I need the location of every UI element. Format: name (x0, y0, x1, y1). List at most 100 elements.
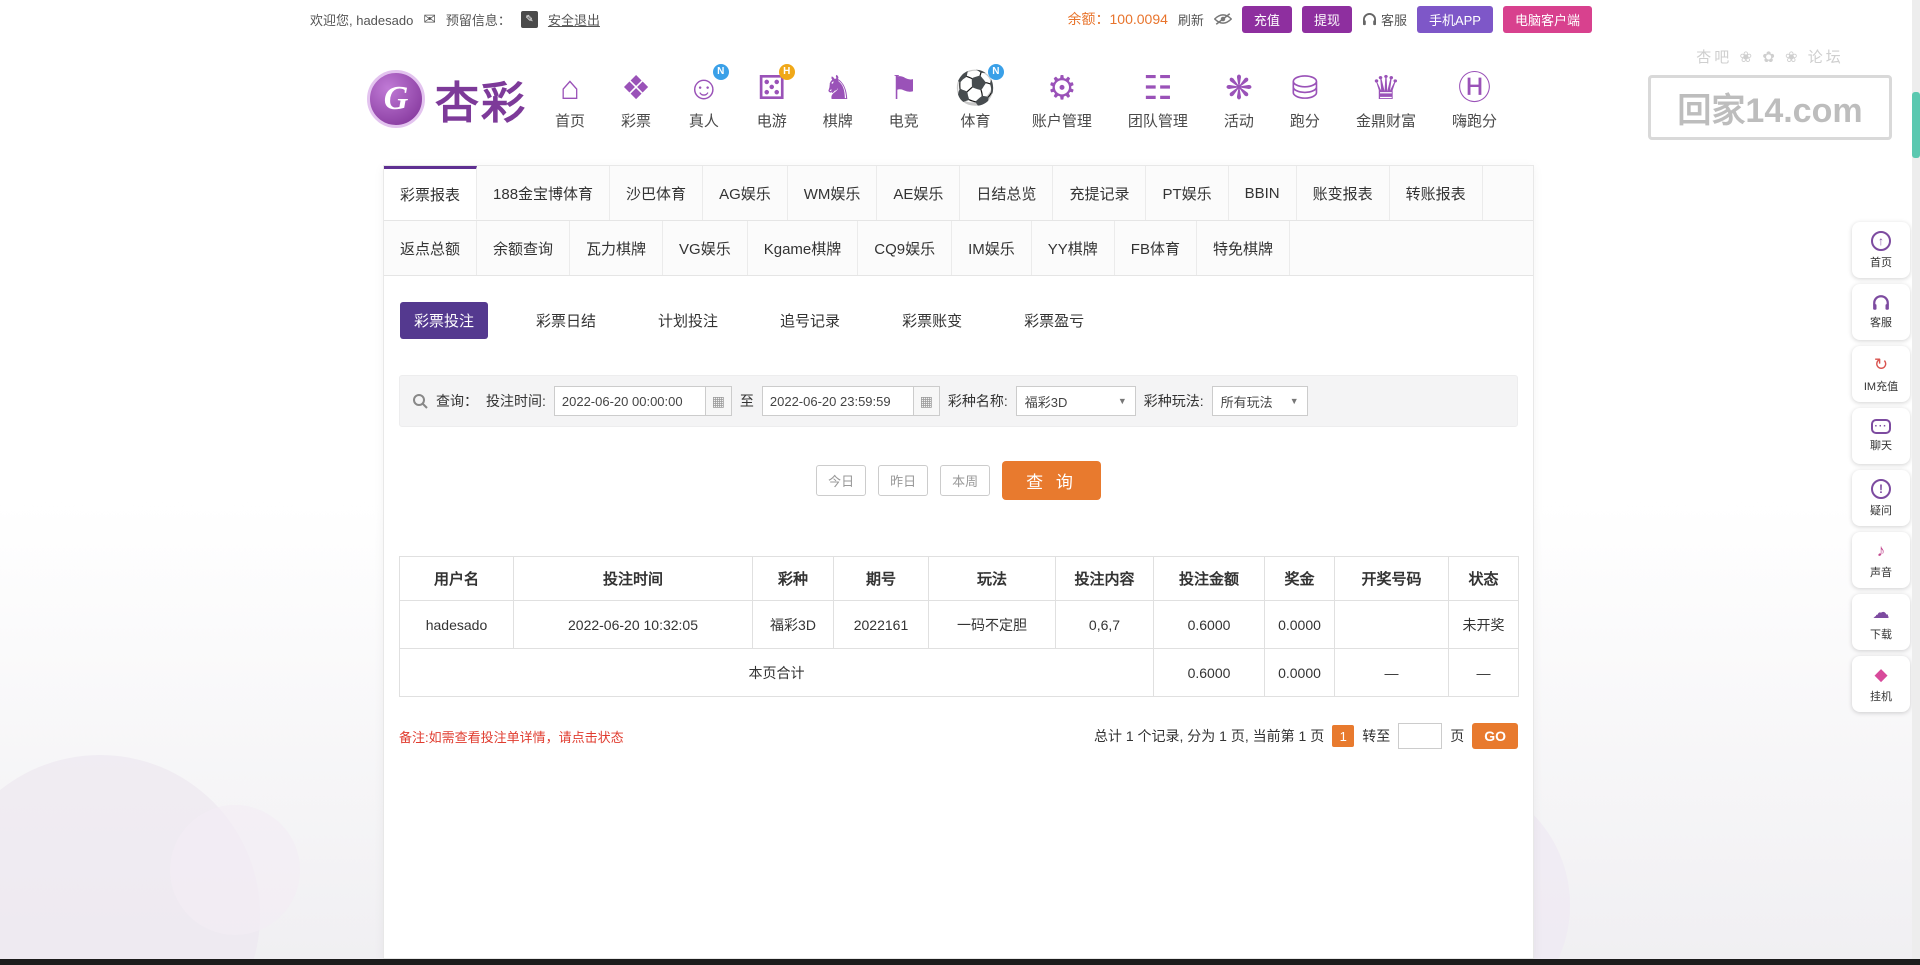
tab-vg[interactable]: VG娱乐 (663, 221, 748, 275)
chat-bubble-icon: ··· (1871, 419, 1891, 434)
nav-item-team[interactable]: ☷ 团队管理 (1128, 68, 1188, 131)
side-download[interactable]: ☁ 下载 (1852, 594, 1910, 650)
scrollbar-track[interactable] (1912, 0, 1920, 965)
nav-item-chess[interactable]: ♞ 棋牌 (823, 68, 853, 131)
side-sound[interactable]: ♪ 声音 (1852, 532, 1910, 588)
cell-bet-amount: 0.6000 (1153, 600, 1265, 649)
tab-pt[interactable]: PT娱乐 (1146, 166, 1229, 220)
new-badge: N (712, 63, 729, 80)
lottery-name-select[interactable]: 福彩3D ▼ (1015, 386, 1136, 416)
goto-page-input[interactable] (1398, 723, 1443, 749)
nav-item-esports[interactable]: ⚑ 电竞 (889, 68, 919, 131)
nav-item-egame[interactable]: ⚄ H 电游 (757, 63, 795, 131)
nav-item-lottery[interactable]: ❖ 彩票 (621, 68, 651, 131)
logo[interactable]: G 杏彩 (367, 67, 527, 131)
go-button[interactable]: GO (1472, 723, 1518, 749)
calendar-icon[interactable]: ▦ (913, 386, 940, 416)
end-time-input[interactable] (761, 386, 914, 416)
hide-balance-icon[interactable] (1213, 12, 1232, 26)
report-tabs-row1: 彩票报表 188金宝博体育 沙巴体育 AG娱乐 WM娱乐 AE娱乐 日结总览 充… (384, 166, 1533, 221)
tab-shaba-sport[interactable]: 沙巴体育 (610, 166, 704, 220)
to-label: 至 (739, 393, 754, 409)
tab-fb-sport[interactable]: FB体育 (1115, 221, 1197, 275)
subtab-lottery-daily[interactable]: 彩票日结 (522, 302, 610, 339)
nav-item-hi-paofen[interactable]: Ⓗ 嗨跑分 (1452, 68, 1497, 131)
account-manage-icon: ⚙ (1047, 68, 1077, 106)
tab-cq9[interactable]: CQ9娱乐 (858, 221, 953, 275)
tab-rebate-total[interactable]: 返点总额 (384, 221, 478, 275)
tab-lottery-report[interactable]: 彩票报表 (384, 166, 478, 220)
subtab-plan-bets[interactable]: 计划投注 (644, 302, 732, 339)
subtab-lottery-account-change[interactable]: 彩票账变 (888, 302, 976, 339)
tab-daily-summary[interactable]: 日结总览 (960, 166, 1054, 220)
withdraw-button[interactable]: 提现 (1301, 5, 1352, 33)
subtab-lottery-bets[interactable]: 彩票投注 (400, 302, 489, 339)
team-manage-icon: ☷ (1143, 68, 1173, 106)
summary-bet-amount: 0.6000 (1153, 648, 1265, 697)
yesterday-button[interactable]: 昨日 (878, 465, 929, 496)
search-icon (413, 394, 428, 409)
start-time-input[interactable] (553, 386, 706, 416)
nav-item-sports[interactable]: ⚽ N 体育 (955, 63, 1004, 131)
side-question[interactable]: ! 疑问 (1852, 470, 1910, 526)
tab-bbin[interactable]: BBIN (1229, 166, 1297, 220)
play-type-select[interactable]: 所有玩法 ▼ (1211, 386, 1308, 416)
recharge-cycle-icon: ↻ (1873, 354, 1889, 374)
side-im-recharge[interactable]: ↻ IM充值 (1852, 346, 1910, 402)
today-button[interactable]: 今日 (816, 465, 867, 496)
current-page-button[interactable]: 1 (1332, 725, 1355, 747)
tab-im[interactable]: IM娱乐 (952, 221, 1032, 275)
recharge-button[interactable]: 充值 (1241, 5, 1292, 33)
welcome-text: 欢迎您, hadesado (310, 12, 414, 28)
side-home[interactable]: ↑ 首页 (1852, 222, 1910, 278)
home-up-icon: ↑ (1871, 230, 1891, 251)
card-footer: 备注:如需查看投注单详情，请点击状态 总计 1 个记录, 分为 1 页, 当前第… (399, 723, 1518, 749)
tab-ag[interactable]: AG娱乐 (703, 166, 788, 220)
tab-temian-chess[interactable]: 特免棋牌 (1197, 221, 1290, 275)
edit-reserved-icon[interactable]: ✎ (520, 10, 538, 28)
subtab-chase-records[interactable]: 追号记录 (766, 302, 854, 339)
summary-label: 本页合计 (399, 648, 1154, 697)
tab-transfer-report[interactable]: 转账报表 (1390, 166, 1483, 220)
new-badge: N (987, 63, 1004, 80)
subtab-lottery-profit[interactable]: 彩票盈亏 (1010, 302, 1098, 339)
side-chat[interactable]: ··· 聊天 (1852, 408, 1910, 464)
gem-icon: ◆ (1874, 664, 1888, 684)
nav-item-account[interactable]: ⚙ 账户管理 (1032, 68, 1092, 131)
cell-play: 一码不定胆 (928, 600, 1056, 649)
esports-icon: ⚑ (888, 68, 919, 106)
col-bet-time: 投注时间 (513, 556, 753, 601)
nav-item-home[interactable]: ⌂ 首页 (555, 68, 585, 131)
tab-yy-chess[interactable]: YY棋牌 (1032, 221, 1115, 275)
scrollbar-thumb[interactable] (1912, 92, 1920, 158)
refresh-balance-link[interactable]: 刷新 (1178, 10, 1204, 29)
nav-item-activity[interactable]: ❋ 活动 (1224, 68, 1254, 131)
bottom-edge-strip (0, 959, 1920, 965)
mail-icon[interactable]: ✉ (423, 12, 436, 27)
tab-balance-query[interactable]: 余额查询 (477, 221, 571, 275)
logout-link[interactable]: 安全退出 (548, 10, 600, 29)
nav-item-wealth[interactable]: ♛ 金鼎财富 (1356, 68, 1416, 131)
this-week-button[interactable]: 本周 (940, 465, 991, 496)
search-button[interactable]: 查 询 (1002, 461, 1101, 500)
mobile-app-button[interactable]: 手机APP (1416, 5, 1493, 33)
tab-account-change[interactable]: 账变报表 (1297, 166, 1390, 220)
tab-wm[interactable]: WM娱乐 (788, 166, 878, 220)
nav-item-live[interactable]: ☺ N 真人 (687, 63, 729, 131)
side-service[interactable]: 客服 (1852, 284, 1910, 340)
nav-item-paofen[interactable]: ⛁ 跑分 (1290, 68, 1320, 131)
pc-client-button[interactable]: 电脑客户端 (1502, 5, 1592, 33)
table-row: hadesado 2022-06-20 10:32:05 福彩3D 202216… (399, 600, 1519, 649)
paofen-icon: ⛁ (1291, 68, 1319, 106)
tab-ae[interactable]: AE娱乐 (877, 166, 961, 220)
summary-row: 本页合计 0.6000 0.0000 — — (399, 648, 1519, 697)
tab-wali-chess[interactable]: 瓦力棋牌 (570, 221, 664, 275)
side-idle[interactable]: ◆ 挂机 (1852, 656, 1910, 712)
tab-188-sport[interactable]: 188金宝博体育 (477, 166, 611, 220)
main-nav: ⌂ 首页 ❖ 彩票 ☺ N 真人 ⚄ H 电游 ♞ 棋牌 ⚑ 电竞 ⚽ N 体育 (555, 63, 1497, 131)
tab-kgame[interactable]: Kgame棋牌 (748, 221, 859, 275)
cell-status-link[interactable]: 未开奖 (1448, 600, 1519, 649)
tab-deposit-withdraw[interactable]: 充提记录 (1053, 166, 1147, 220)
calendar-icon[interactable]: ▦ (705, 386, 732, 416)
customer-service-link[interactable]: 客服 (1362, 10, 1407, 29)
